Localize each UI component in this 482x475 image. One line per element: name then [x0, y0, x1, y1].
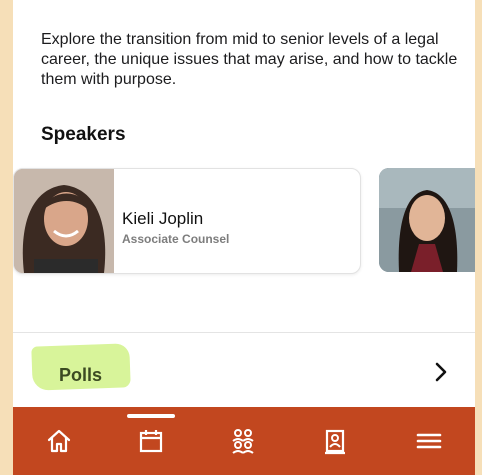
bottom-tab-bar: [13, 407, 475, 475]
speaker-card-partial[interactable]: [379, 168, 475, 272]
menu-icon: [416, 433, 442, 449]
active-tab-indicator: [127, 414, 175, 418]
session-description: Explore the transition from mid to senio…: [41, 31, 458, 88]
tab-schedule[interactable]: [131, 421, 171, 461]
chevron-right-icon[interactable]: [431, 360, 451, 384]
tab-contacts[interactable]: [315, 421, 355, 461]
speaker-photo: [379, 168, 475, 272]
calendar-icon: [139, 430, 163, 453]
avatar: [14, 169, 114, 273]
tab-menu[interactable]: [409, 421, 449, 461]
polls-row[interactable]: Polls: [13, 343, 475, 407]
speakers-carousel[interactable]: Kieli Joplin Associate Counsel: [13, 166, 475, 274]
people-icon: [232, 429, 254, 454]
divider: [13, 332, 475, 333]
home-icon: [47, 429, 71, 453]
speaker-card[interactable]: Kieli Joplin Associate Counsel: [13, 168, 361, 274]
tab-home[interactable]: [39, 421, 79, 461]
session-detail-screen: Explore the transition from mid to senio…: [13, 0, 475, 475]
speakers-heading: Speakers: [41, 124, 126, 145]
tab-attendees[interactable]: [223, 421, 263, 461]
speaker-role: Associate Counsel: [122, 232, 230, 246]
speaker-name: Kieli Joplin: [122, 209, 204, 228]
polls-label: Polls: [59, 365, 103, 385]
contact-book-icon: [325, 429, 345, 455]
